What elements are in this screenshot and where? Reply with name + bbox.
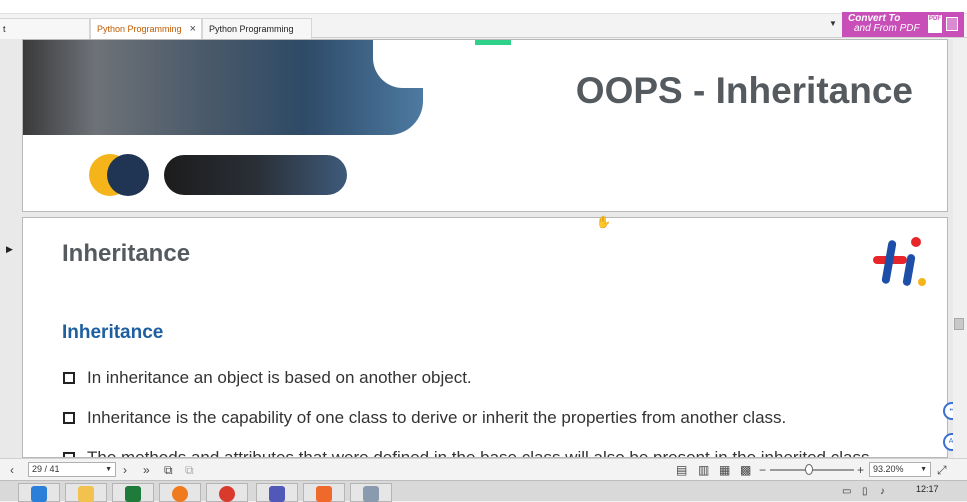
taskbar: ▭ ▯ ♪ 12:17	[0, 480, 967, 502]
continuous-view-icon[interactable]: ▥	[698, 463, 709, 477]
last-page-icon[interactable]: »	[143, 463, 150, 477]
previous-page-icon[interactable]: ‹	[10, 463, 14, 477]
decorative-pill-image	[164, 155, 347, 195]
grid-view-icon[interactable]: ▩	[740, 463, 751, 477]
tab-bar: t Python Programming × Python Programmin…	[0, 14, 967, 39]
network-icon[interactable]: ▭	[842, 486, 851, 497]
taskbar-chrome-button[interactable]	[206, 483, 248, 502]
scrollbar-thumb[interactable]	[954, 318, 964, 330]
tab-label: Python Programming	[97, 24, 182, 34]
window-top-strip	[0, 0, 967, 14]
tab-label: t	[3, 24, 6, 34]
edge-icon	[31, 486, 47, 502]
banner-image	[23, 40, 423, 135]
slide-page-title: OOPS - Inheritance	[22, 39, 948, 212]
firefox-icon	[172, 486, 188, 502]
checkbox-bullet-icon	[63, 412, 75, 424]
taskbar-pdf-editor-button[interactable]	[303, 483, 345, 502]
folder-icon	[78, 486, 94, 502]
section-subheading: Inheritance	[62, 322, 164, 343]
paste-page-icon[interactable]: ⧉	[185, 463, 194, 478]
convert-pdf-button[interactable]: Convert To and From PDF PDF	[842, 12, 964, 37]
copy-page-icon[interactable]: ⧉	[164, 463, 173, 478]
convert-settings-icon	[946, 17, 958, 31]
bullet-text: The methods and attributes that were def…	[87, 448, 875, 458]
page-indicator: 29 / 41	[32, 464, 60, 474]
tab-label: Python Programming	[209, 24, 294, 34]
checkbox-bullet-icon	[63, 372, 75, 384]
vertical-scrollbar[interactable]	[953, 39, 967, 458]
fullscreen-icon[interactable]: ⤢	[937, 463, 947, 478]
taskbar-teams-button[interactable]	[256, 483, 298, 502]
page-number-input[interactable]: 29 / 41 ▼	[28, 462, 116, 477]
next-page-icon[interactable]: ›	[123, 463, 127, 477]
zoom-level-select[interactable]: 93.20% ▼	[869, 462, 931, 477]
chrome-icon	[219, 486, 235, 502]
page-heading: Inheritance	[62, 240, 191, 267]
brand-logo-icon	[873, 237, 926, 286]
status-bar: ‹ 29 / 41 ▼ › » ⧉ ⧉ ▤ ▥ ▦ ▩ − + 93.20% ▼…	[0, 458, 967, 480]
pdf-editor-icon	[316, 486, 332, 502]
tab-python-programming-active[interactable]: Python Programming ×	[90, 18, 202, 39]
chevron-down-icon[interactable]: ▼	[105, 463, 112, 476]
decorative-navy-circle	[107, 154, 149, 196]
tab-python-programming[interactable]: Python Programming	[202, 18, 312, 39]
close-icon[interactable]: ×	[190, 19, 196, 39]
banner-cutout	[373, 40, 463, 88]
pdf-document-icon: PDF	[928, 15, 942, 33]
battery-icon[interactable]: ▯	[862, 486, 868, 497]
single-page-view-icon[interactable]: ▤	[676, 463, 687, 477]
facing-view-icon[interactable]: ▦	[719, 463, 730, 477]
teams-icon	[269, 486, 285, 502]
taskbar-file-explorer-button[interactable]	[65, 483, 107, 502]
slide-page-content: Inheritance Inheritance In inheritance a…	[22, 217, 948, 458]
excel-icon	[125, 486, 141, 502]
bullet-item: In inheritance an object is based on ano…	[63, 368, 472, 388]
taskbar-edge-button[interactable]	[18, 483, 60, 502]
document-icon	[363, 486, 379, 502]
bullet-item: The methods and attributes that were def…	[63, 448, 875, 458]
volume-icon[interactable]: ♪	[880, 486, 885, 497]
taskbar-document-button[interactable]	[350, 483, 392, 502]
tab-list-dropdown-icon[interactable]: ▼	[829, 19, 837, 28]
bullet-text: Inheritance is the capability of one cla…	[87, 408, 787, 427]
zoom-slider-thumb[interactable]	[805, 464, 813, 475]
zoom-value: 93.20%	[873, 464, 904, 474]
bullet-text: In inheritance an object is based on ano…	[87, 368, 472, 387]
pdf-badge-label: PDF	[929, 16, 941, 22]
chevron-down-icon[interactable]: ▼	[920, 463, 927, 476]
sidebar-expand-icon[interactable]: ▶	[6, 244, 13, 255]
hand-cursor-icon: ✋	[596, 215, 611, 229]
taskbar-clock[interactable]: 12:17	[916, 484, 939, 494]
bullet-item: Inheritance is the capability of one cla…	[63, 408, 786, 428]
taskbar-firefox-button[interactable]	[159, 483, 201, 502]
slide-title: OOPS - Inheritance	[575, 70, 913, 111]
tab-previous[interactable]: t	[0, 18, 90, 39]
zoom-in-icon[interactable]: +	[857, 463, 864, 477]
zoom-out-icon[interactable]: −	[759, 463, 766, 477]
accent-bar	[475, 40, 511, 45]
taskbar-excel-button[interactable]	[112, 483, 154, 502]
